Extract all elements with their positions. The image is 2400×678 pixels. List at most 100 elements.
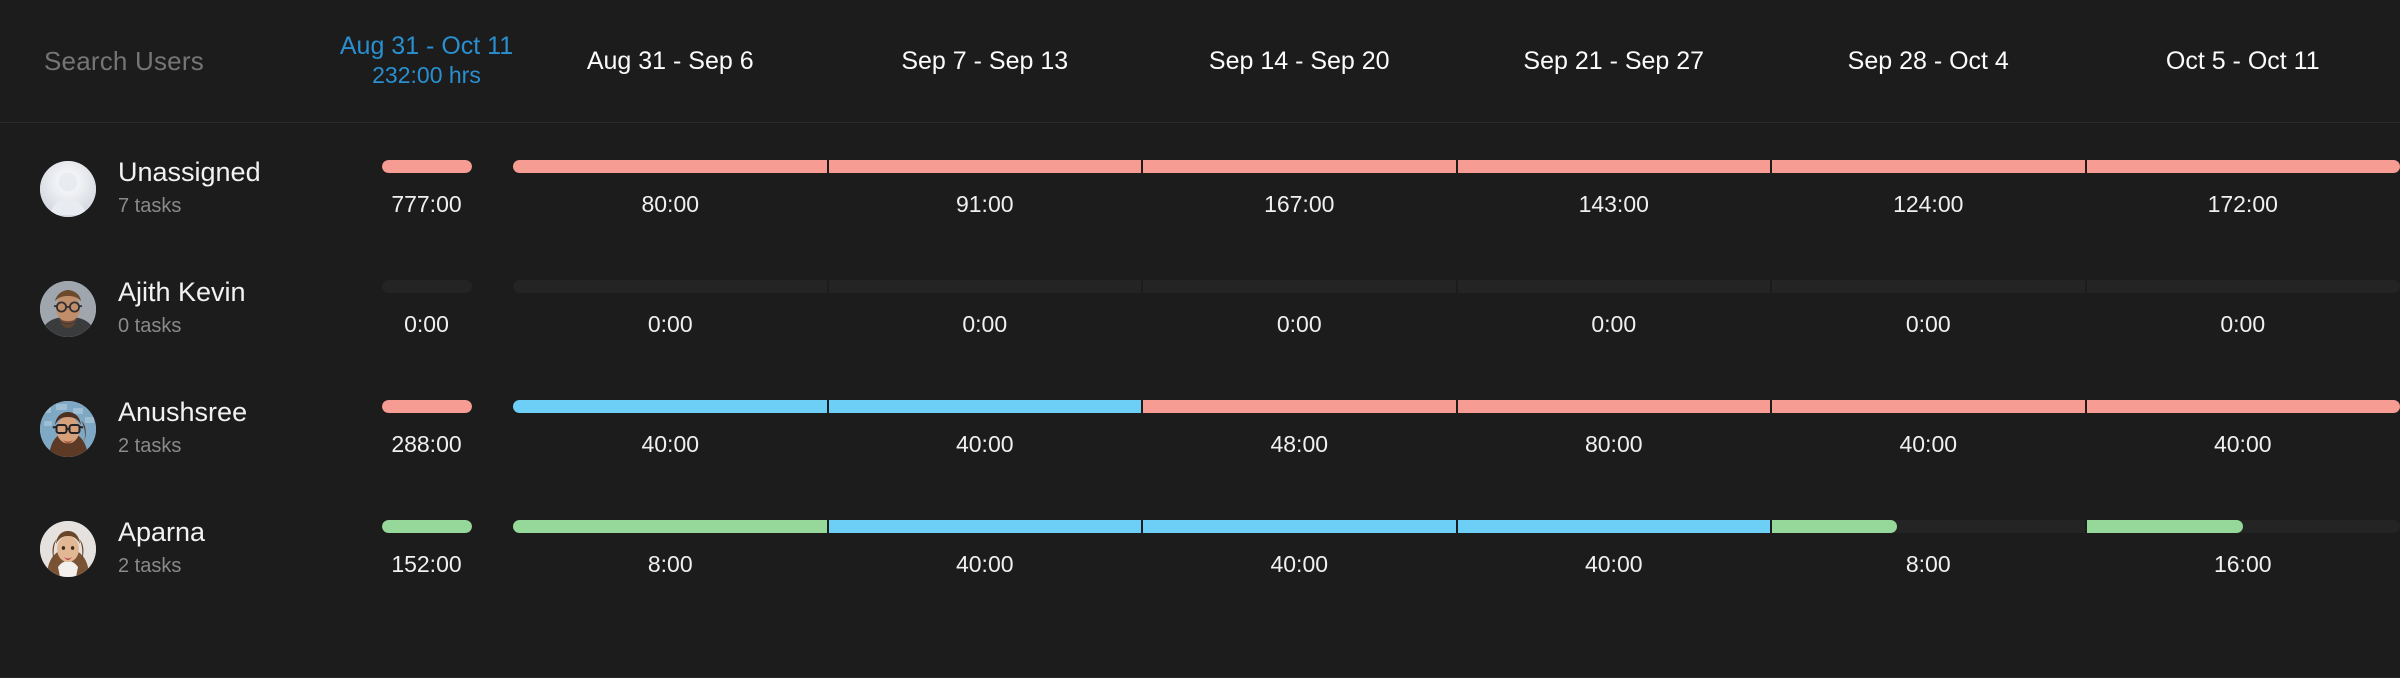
- week-capacity-fill: [2087, 520, 2244, 533]
- week-hours-value: 40:00: [1142, 551, 1457, 578]
- week-cell[interactable]: 172:00: [2086, 129, 2400, 249]
- week-capacity-bar: [1458, 160, 1771, 173]
- user-text: Ajith Kevin0 tasks: [118, 277, 246, 341]
- user-rows: Unassigned7 tasks777:0080:0091:00167:001…: [0, 123, 2400, 677]
- week-cells: 0:000:000:000:000:000:00: [513, 249, 2400, 369]
- week-capacity-fill: [513, 160, 827, 173]
- week-capacity-fill: [1458, 520, 1771, 533]
- user-cell[interactable]: Aparna2 tasks: [0, 517, 340, 581]
- total-capacity-bar: [382, 400, 472, 413]
- timeline-header: Aug 31 - Oct 11 232:00 hrs Aug 31 - Sep …: [0, 0, 2400, 123]
- week-cell[interactable]: 8:00: [513, 489, 828, 609]
- week-cell[interactable]: 167:00: [1142, 129, 1457, 249]
- week-hours-value: 0:00: [513, 311, 828, 338]
- week-capacity-bar: [513, 400, 827, 413]
- week-capacity-bar: [1772, 160, 2085, 173]
- week-cell[interactable]: 0:00: [1457, 249, 1772, 369]
- week-cell[interactable]: 0:00: [513, 249, 828, 369]
- total-hours-value: 152:00: [391, 551, 461, 578]
- total-cell[interactable]: 777:00: [340, 160, 513, 218]
- week-capacity-bar: [2087, 520, 2400, 533]
- week-cell[interactable]: 8:00: [1771, 489, 2086, 609]
- week-hours-value: 143:00: [1457, 191, 1772, 218]
- week-hours-value: 40:00: [828, 431, 1143, 458]
- week-capacity-bar: [513, 160, 827, 173]
- week-hours-value: 8:00: [513, 551, 828, 578]
- week-hours-value: 91:00: [828, 191, 1143, 218]
- week-capacity-fill: [1143, 520, 1456, 533]
- user-task-count: 0 tasks: [118, 311, 246, 341]
- user-cell[interactable]: Ajith Kevin0 tasks: [0, 277, 340, 341]
- week-hours-value: 48:00: [1142, 431, 1457, 458]
- week-capacity-bar: [1143, 280, 1456, 293]
- total-capacity-fill: [382, 160, 472, 173]
- week-capacity-bar: [1143, 400, 1456, 413]
- user-text: Anushsree2 tasks: [118, 397, 247, 461]
- week-capacity-fill: [1458, 160, 1771, 173]
- table-row[interactable]: Unassigned7 tasks777:0080:0091:00167:001…: [0, 129, 2400, 249]
- week-header-5[interactable]: Oct 5 - Oct 11: [2086, 47, 2400, 76]
- week-capacity-bar: [829, 400, 1142, 413]
- week-cell[interactable]: 143:00: [1457, 129, 1772, 249]
- total-cell[interactable]: 0:00: [340, 280, 513, 338]
- week-capacity-fill: [2087, 160, 2400, 173]
- total-cell[interactable]: 288:00: [340, 400, 513, 458]
- week-cell[interactable]: 80:00: [1457, 369, 1772, 489]
- user-name: Unassigned: [118, 157, 261, 189]
- total-hours-value: 288:00: [391, 431, 461, 458]
- week-hours-value: 80:00: [513, 191, 828, 218]
- week-hours-value: 40:00: [1457, 551, 1772, 578]
- week-hours-value: 167:00: [1142, 191, 1457, 218]
- week-cell[interactable]: 0:00: [1142, 249, 1457, 369]
- total-column-header[interactable]: Aug 31 - Oct 11 232:00 hrs: [340, 0, 513, 122]
- week-capacity-fill: [513, 520, 827, 533]
- search-input[interactable]: [44, 46, 304, 77]
- avatar: [40, 161, 96, 217]
- user-cell[interactable]: Anushsree2 tasks: [0, 397, 340, 461]
- week-header-4[interactable]: Sep 28 - Oct 4: [1771, 47, 2086, 76]
- week-cell[interactable]: 40:00: [828, 489, 1143, 609]
- week-cell[interactable]: 0:00: [1771, 249, 2086, 369]
- week-cell[interactable]: 0:00: [2086, 249, 2400, 369]
- total-cell[interactable]: 152:00: [340, 520, 513, 578]
- week-capacity-bar: [1772, 280, 2085, 293]
- week-cell[interactable]: 40:00: [1457, 489, 1772, 609]
- total-capacity-bar: [382, 160, 472, 173]
- table-row[interactable]: Ajith Kevin0 tasks0:000:000:000:000:000:…: [0, 249, 2400, 369]
- user-text: Aparna2 tasks: [118, 517, 205, 581]
- week-header-2[interactable]: Sep 14 - Sep 20: [1142, 47, 1457, 76]
- week-capacity-fill: [829, 520, 1142, 533]
- user-cell[interactable]: Unassigned7 tasks: [0, 157, 340, 221]
- week-capacity-fill: [1772, 520, 1897, 533]
- week-cell[interactable]: 124:00: [1771, 129, 2086, 249]
- week-cell[interactable]: 40:00: [1771, 369, 2086, 489]
- week-hours-value: 0:00: [828, 311, 1143, 338]
- week-hours-value: 0:00: [1142, 311, 1457, 338]
- week-hours-value: 172:00: [2086, 191, 2400, 218]
- week-capacity-bar: [1772, 400, 2085, 413]
- total-hours-value: 777:00: [391, 191, 461, 218]
- week-cell[interactable]: 16:00: [2086, 489, 2400, 609]
- week-hours-value: 124:00: [1771, 191, 2086, 218]
- week-header-3[interactable]: Sep 21 - Sep 27: [1457, 47, 1772, 76]
- week-cell[interactable]: 80:00: [513, 129, 828, 249]
- week-cell[interactable]: 40:00: [828, 369, 1143, 489]
- table-row[interactable]: Anushsree2 tasks288:0040:0040:0048:0080:…: [0, 369, 2400, 489]
- week-capacity-fill: [1772, 160, 2085, 173]
- week-hours-value: 0:00: [1771, 311, 2086, 338]
- week-capacity-bar: [2087, 160, 2400, 173]
- week-capacity-fill: [1772, 400, 2085, 413]
- week-header-0[interactable]: Aug 31 - Sep 6: [513, 47, 828, 76]
- week-header-1[interactable]: Sep 7 - Sep 13: [828, 47, 1143, 76]
- week-capacity-bar: [513, 520, 827, 533]
- week-cell[interactable]: 40:00: [1142, 489, 1457, 609]
- week-cell[interactable]: 0:00: [828, 249, 1143, 369]
- week-cells: 8:0040:0040:0040:008:0016:00: [513, 489, 2400, 609]
- week-cell[interactable]: 40:00: [2086, 369, 2400, 489]
- week-cell[interactable]: 91:00: [828, 129, 1143, 249]
- week-cell[interactable]: 48:00: [1142, 369, 1457, 489]
- week-hours-value: 40:00: [828, 551, 1143, 578]
- week-cell[interactable]: 40:00: [513, 369, 828, 489]
- avatar: [40, 521, 96, 577]
- table-row[interactable]: Aparna2 tasks152:008:0040:0040:0040:008:…: [0, 489, 2400, 609]
